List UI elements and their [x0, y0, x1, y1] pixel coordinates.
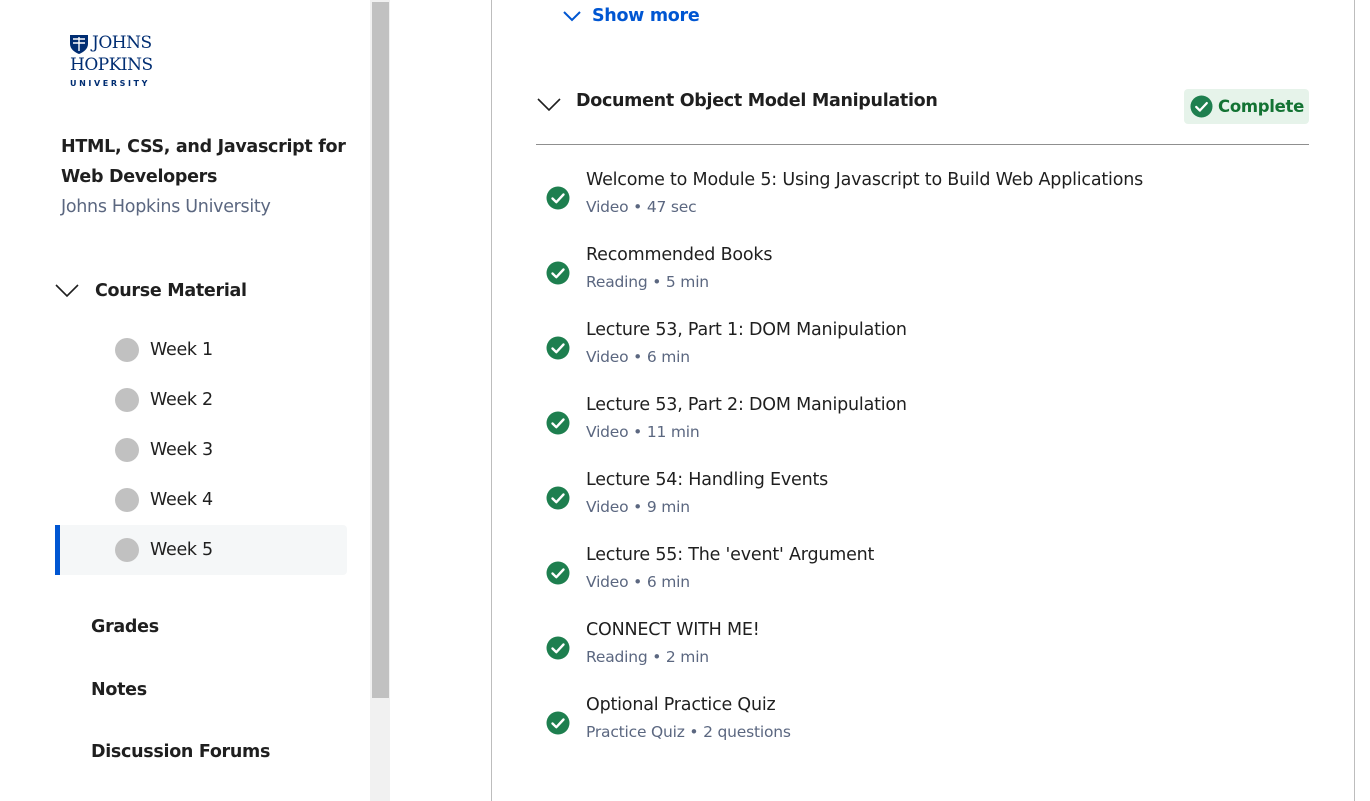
show-more-label: Show more — [592, 6, 700, 26]
week-label: Week 5 — [150, 540, 213, 560]
item-title[interactable]: Optional Practice Quiz — [586, 695, 776, 715]
university-logo[interactable]: JOHNS HOPKINS UNIVERSITY — [68, 31, 168, 93]
module-item[interactable]: Lecture 53, Part 2: DOM Manipulation Vid… — [546, 395, 1286, 459]
sidebar-item-week-3[interactable]: Week 3 — [55, 425, 347, 475]
item-title[interactable]: Welcome to Module 5: Using Javascript to… — [586, 170, 1143, 190]
sidebar-scrollbar[interactable] — [370, 0, 390, 801]
item-title[interactable]: Lecture 53, Part 1: DOM Manipulation — [586, 320, 907, 340]
check-circle-icon — [546, 486, 570, 510]
item-meta: Reading • 5 min — [586, 273, 709, 291]
module-item[interactable]: Welcome to Module 5: Using Javascript to… — [546, 170, 1286, 234]
item-title[interactable]: CONNECT WITH ME! — [586, 620, 760, 640]
module-title[interactable]: Document Object Model Manipulation — [576, 91, 938, 111]
module-item[interactable]: Lecture 55: The 'event' Argument Video •… — [546, 545, 1286, 609]
course-sidebar: JOHNS HOPKINS UNIVERSITY HTML, CSS, and … — [0, 0, 370, 801]
item-title[interactable]: Recommended Books — [586, 245, 772, 265]
chevron-down-icon — [55, 284, 79, 298]
logo-line-university: UNIVERSITY — [70, 79, 150, 88]
week-label: Week 1 — [150, 340, 213, 360]
sidebar-link-grades[interactable]: Grades — [91, 617, 159, 637]
course-material-label: Course Material — [95, 281, 247, 301]
item-title[interactable]: Lecture 55: The 'event' Argument — [586, 545, 874, 565]
progress-circle-icon — [115, 388, 139, 412]
logo-line-hopkins: HOPKINS — [70, 55, 153, 75]
sidebar-item-week-1[interactable]: Week 1 — [55, 325, 347, 375]
progress-circle-icon — [115, 538, 139, 562]
status-badge: Complete — [1184, 89, 1309, 124]
course-material-toggle[interactable]: Course Material — [55, 276, 247, 306]
check-circle-icon — [546, 636, 570, 660]
week-label: Week 2 — [150, 390, 213, 410]
item-title[interactable]: Lecture 54: Handling Events — [586, 470, 828, 490]
check-circle-icon — [546, 711, 570, 735]
module-item[interactable]: Recommended Books Reading • 5 min — [546, 245, 1286, 309]
check-circle-icon — [546, 411, 570, 435]
chevron-down-icon — [563, 11, 581, 22]
sidebar-item-week-2[interactable]: Week 2 — [55, 375, 347, 425]
progress-circle-icon — [115, 488, 139, 512]
check-circle-icon — [546, 336, 570, 360]
status-badge-label: Complete — [1218, 97, 1304, 116]
show-more-button[interactable]: Show more — [563, 3, 700, 29]
item-meta: Practice Quiz • 2 questions — [586, 723, 791, 741]
item-meta: Video • 9 min — [586, 498, 690, 516]
sidebar-link-notes[interactable]: Notes — [91, 680, 147, 700]
course-title[interactable]: HTML, CSS, and Javascript for Web Develo… — [61, 132, 351, 192]
progress-circle-icon — [115, 338, 139, 362]
item-meta: Video • 6 min — [586, 348, 690, 366]
logo-line-johns: JOHNS — [92, 33, 152, 53]
shield-crest-icon — [70, 35, 88, 54]
module-header: Document Object Model Manipulation Compl… — [536, 86, 1309, 145]
check-circle-icon — [546, 561, 570, 585]
week-label: Week 4 — [150, 490, 213, 510]
module-item[interactable]: Optional Practice Quiz Practice Quiz • 2… — [546, 695, 1286, 759]
chevron-down-icon[interactable] — [536, 92, 562, 118]
progress-circle-icon — [115, 438, 139, 462]
check-circle-icon — [546, 186, 570, 210]
check-circle-icon — [546, 261, 570, 285]
scrollbar-thumb[interactable] — [372, 2, 389, 698]
sidebar-item-week-5[interactable]: Week 5 — [55, 525, 347, 575]
module-item[interactable]: CONNECT WITH ME! Reading • 2 min — [546, 620, 1286, 684]
sidebar-link-discussion-forums[interactable]: Discussion Forums — [91, 742, 270, 762]
item-meta: Reading • 2 min — [586, 648, 709, 666]
week-label: Week 3 — [150, 440, 213, 460]
item-meta: Video • 6 min — [586, 573, 690, 591]
item-meta: Video • 47 sec — [586, 198, 697, 216]
sidebar-item-week-4[interactable]: Week 4 — [55, 475, 347, 525]
item-title[interactable]: Lecture 53, Part 2: DOM Manipulation — [586, 395, 907, 415]
module-item[interactable]: Lecture 53, Part 1: DOM Manipulation Vid… — [546, 320, 1286, 384]
module-item[interactable]: Lecture 54: Handling Events Video • 9 mi… — [546, 470, 1286, 534]
item-meta: Video • 11 min — [586, 423, 700, 441]
course-institution: Johns Hopkins University — [61, 197, 271, 217]
check-circle-icon — [1190, 95, 1213, 118]
